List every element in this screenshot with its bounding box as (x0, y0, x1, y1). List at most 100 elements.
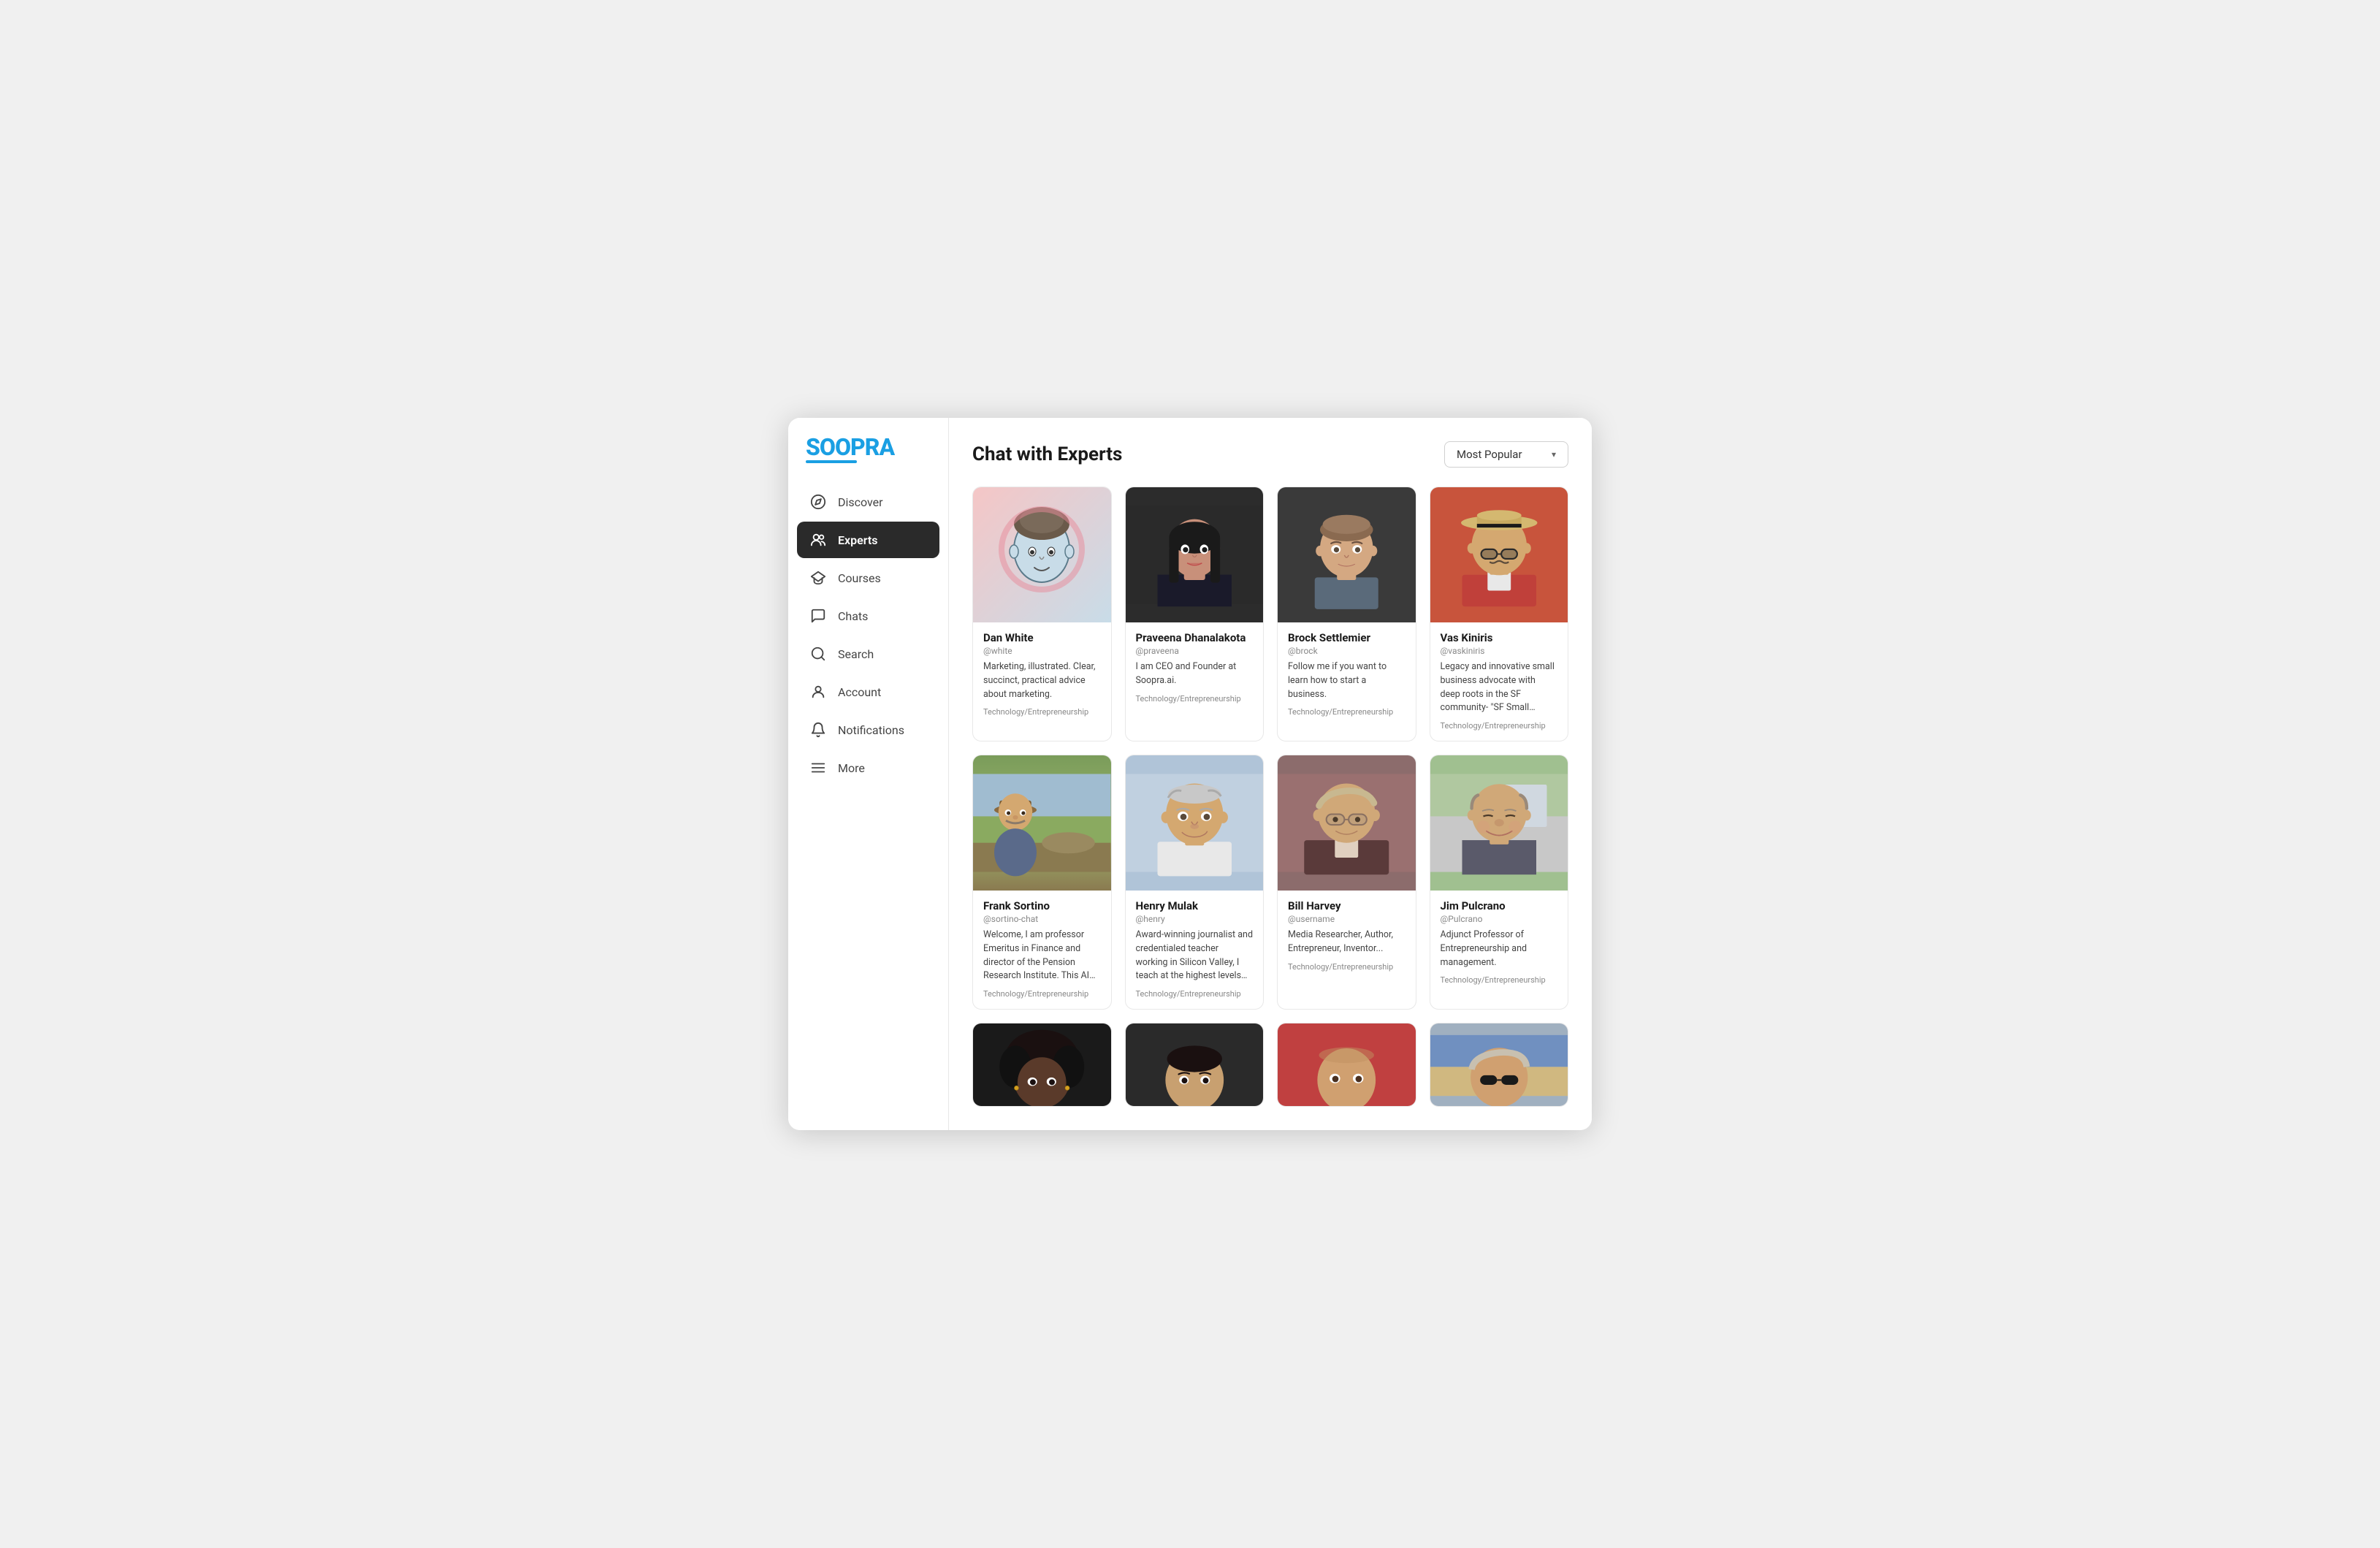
sidebar-item-notifications[interactable]: Notifications (797, 712, 939, 748)
expert-card-5[interactable]: Henry Mulak @henry Award-winning journal… (1125, 755, 1265, 1010)
sidebar-item-search[interactable]: Search (797, 636, 939, 672)
expert-tag-0: Technology/Entrepreneurship (983, 707, 1101, 717)
menu-icon (809, 758, 828, 777)
expert-bio-5: Award-winning journalist and credentiale… (1136, 929, 1254, 983)
expert-handle-1: @praveena (1136, 646, 1254, 656)
expert-avatar-7 (1430, 755, 1568, 891)
expert-name-0: Dan White (983, 631, 1101, 644)
expert-tag-2: Technology/Entrepreneurship (1288, 707, 1406, 717)
expert-name-6: Bill Harvey (1288, 899, 1406, 912)
expert-avatar-6 (1278, 755, 1416, 891)
expert-card-body-3: Vas Kiniris @vaskiniris Legacy and innov… (1430, 622, 1568, 741)
sidebar-nav: Discover Experts (788, 484, 948, 786)
expert-card-body-6: Bill Harvey @username Media Researcher, … (1278, 891, 1416, 982)
expert-handle-7: @Pulcrano (1441, 914, 1558, 924)
sidebar-item-more[interactable]: More (797, 750, 939, 786)
expert-card-0[interactable]: Dan White @white Marketing, illustrated.… (972, 487, 1112, 741)
experts-grid: Dan White @white Marketing, illustrated.… (972, 487, 1568, 1107)
expert-tag-7: Technology/Entrepreneurship (1441, 975, 1558, 985)
sidebar-item-account[interactable]: Account (797, 674, 939, 710)
expert-handle-6: @username (1288, 914, 1406, 924)
sidebar-item-experts[interactable]: Experts (797, 522, 939, 558)
app-window: SOOPRA Discover (788, 418, 1592, 1130)
sidebar-item-search-label: Search (838, 647, 874, 661)
expert-card-4[interactable]: Frank Sortino @sortino-chat Welcome, I a… (972, 755, 1112, 1010)
expert-handle-3: @vaskiniris (1441, 646, 1558, 656)
sort-dropdown[interactable]: Most Popular ▾ (1444, 441, 1568, 468)
expert-avatar-2 (1278, 487, 1416, 622)
sidebar: SOOPRA Discover (788, 418, 949, 1130)
person-icon (809, 682, 828, 701)
expert-avatar-3 (1430, 487, 1568, 622)
expert-card-body-7: Jim Pulcrano @Pulcrano Adjunct Professor… (1430, 891, 1568, 995)
expert-avatar-0 (973, 487, 1111, 622)
expert-avatar-partial-1 (1126, 1023, 1264, 1107)
expert-card-2[interactable]: Brock Settlemier @brock Follow me if you… (1277, 487, 1416, 741)
sidebar-item-chats-label: Chats (838, 609, 868, 623)
chat-icon (809, 606, 828, 625)
chevron-down-icon: ▾ (1552, 449, 1556, 460)
expert-avatar-5 (1126, 755, 1264, 891)
expert-bio-4: Welcome, I am professor Emeritus in Fina… (983, 929, 1101, 983)
expert-card-7[interactable]: Jim Pulcrano @Pulcrano Adjunct Professor… (1430, 755, 1569, 1010)
sidebar-item-chats[interactable]: Chats (797, 598, 939, 634)
expert-name-4: Frank Sortino (983, 899, 1101, 912)
page-title: Chat with Experts (972, 443, 1122, 465)
sidebar-item-discover-label: Discover (838, 495, 883, 509)
expert-avatar-partial-2 (1278, 1023, 1416, 1107)
expert-card-body-0: Dan White @white Marketing, illustrated.… (973, 622, 1111, 727)
expert-name-1: Praveena Dhanalakota (1136, 631, 1254, 644)
expert-card-body-1: Praveena Dhanalakota @praveena I am CEO … (1126, 622, 1264, 714)
expert-tag-4: Technology/Entrepreneurship (983, 989, 1101, 999)
expert-card-partial-0[interactable] (972, 1023, 1112, 1107)
sidebar-item-courses[interactable]: Courses (797, 560, 939, 596)
expert-tag-1: Technology/Entrepreneurship (1136, 694, 1254, 704)
expert-tag-3: Technology/Entrepreneurship (1441, 721, 1558, 731)
expert-avatar-1 (1126, 487, 1264, 622)
expert-card-partial-3[interactable] (1430, 1023, 1569, 1107)
sidebar-item-notifications-label: Notifications (838, 723, 904, 737)
expert-card-partial-1[interactable] (1125, 1023, 1265, 1107)
users-icon (809, 530, 828, 549)
sidebar-item-experts-label: Experts (838, 533, 877, 547)
expert-tag-5: Technology/Entrepreneurship (1136, 989, 1254, 999)
expert-card-body-5: Henry Mulak @henry Award-winning journal… (1126, 891, 1264, 1009)
sort-dropdown-label: Most Popular (1457, 448, 1522, 461)
sidebar-item-discover[interactable]: Discover (797, 484, 939, 520)
logo-text: SOOPRA (806, 435, 931, 459)
expert-bio-1: I am CEO and Founder at Soopra.ai. (1136, 660, 1254, 688)
expert-handle-4: @sortino-chat (983, 914, 1101, 924)
expert-card-body-2: Brock Settlemier @brock Follow me if you… (1278, 622, 1416, 727)
sidebar-item-account-label: Account (838, 685, 881, 699)
search-icon (809, 644, 828, 663)
expert-bio-0: Marketing, illustrated. Clear, succinct,… (983, 660, 1101, 701)
main-header: Chat with Experts Most Popular ▾ (972, 441, 1568, 468)
expert-bio-7: Adjunct Professor of Entrepreneurship an… (1441, 929, 1558, 969)
expert-avatar-partial-3 (1430, 1023, 1568, 1107)
expert-bio-2: Follow me if you want to learn how to st… (1288, 660, 1406, 701)
expert-name-7: Jim Pulcrano (1441, 899, 1558, 912)
expert-handle-0: @white (983, 646, 1101, 656)
graduation-icon (809, 568, 828, 587)
expert-tag-6: Technology/Entrepreneurship (1288, 962, 1406, 972)
expert-card-partial-2[interactable] (1277, 1023, 1416, 1107)
expert-name-3: Vas Kiniris (1441, 631, 1558, 644)
bell-icon (809, 720, 828, 739)
expert-card-6[interactable]: Bill Harvey @username Media Researcher, … (1277, 755, 1416, 1010)
sidebar-item-courses-label: Courses (838, 571, 881, 585)
expert-avatar-4 (973, 755, 1111, 891)
sidebar-item-more-label: More (838, 761, 865, 775)
expert-name-2: Brock Settlemier (1288, 631, 1406, 644)
compass-icon (809, 492, 828, 511)
expert-card-3[interactable]: Vas Kiniris @vaskiniris Legacy and innov… (1430, 487, 1569, 741)
main-content: Chat with Experts Most Popular ▾ (949, 418, 1592, 1130)
expert-handle-5: @henry (1136, 914, 1254, 924)
expert-avatar-partial-0 (973, 1023, 1111, 1107)
expert-card-body-4: Frank Sortino @sortino-chat Welcome, I a… (973, 891, 1111, 1009)
expert-handle-2: @brock (1288, 646, 1406, 656)
expert-bio-3: Legacy and innovative small business adv… (1441, 660, 1558, 715)
expert-card-1[interactable]: Praveena Dhanalakota @praveena I am CEO … (1125, 487, 1265, 741)
logo: SOOPRA (788, 435, 948, 484)
expert-bio-6: Media Researcher, Author, Entrepreneur, … (1288, 929, 1406, 956)
expert-name-5: Henry Mulak (1136, 899, 1254, 912)
